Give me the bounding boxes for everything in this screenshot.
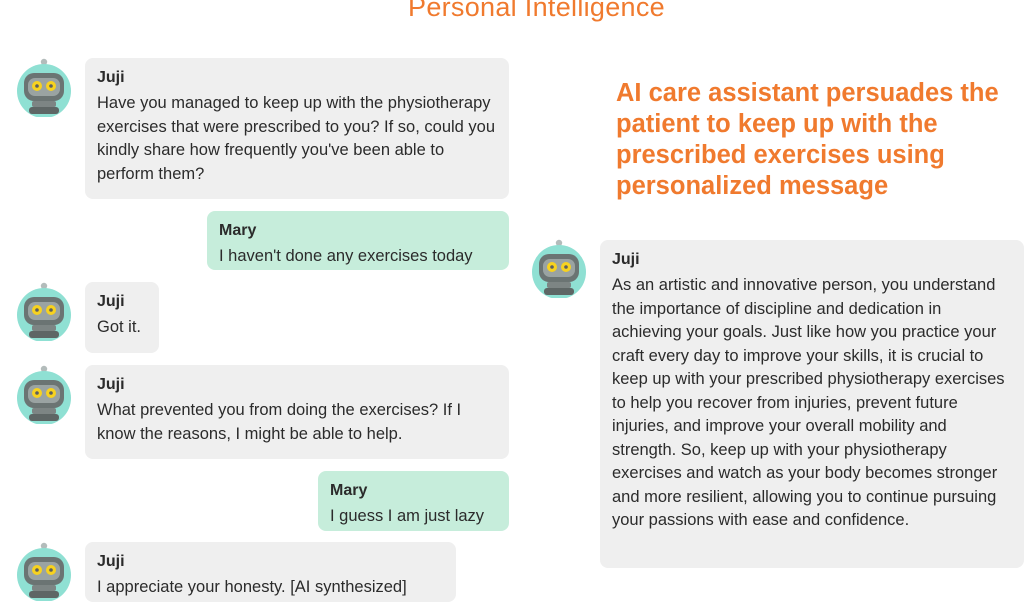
message-text: I guess I am just lazy bbox=[330, 507, 485, 525]
robot-avatar-icon bbox=[15, 57, 73, 117]
message-text: As an artistic and innovative person, yo… bbox=[612, 276, 1005, 529]
page-title: Personal Intelligence bbox=[408, 0, 665, 22]
robot-avatar-icon bbox=[15, 281, 73, 341]
message-text: I appreciate your honesty. [AI synthesiz… bbox=[97, 578, 407, 596]
robot-avatar-icon bbox=[15, 364, 73, 424]
juji-avatar bbox=[15, 281, 73, 341]
message-text: Got it. bbox=[97, 318, 142, 336]
robot-avatar-icon bbox=[15, 541, 73, 601]
sender-name: Juji bbox=[97, 376, 125, 393]
juji-avatar bbox=[15, 541, 73, 601]
message-text: Have you managed to keep up with the phy… bbox=[97, 94, 496, 183]
sender-name: Juji bbox=[97, 293, 125, 310]
bot-message: Juji What prevented you from doing the e… bbox=[85, 365, 509, 459]
juji-avatar bbox=[530, 238, 588, 298]
sender-name: Juji bbox=[612, 251, 640, 268]
juji-avatar bbox=[15, 57, 73, 117]
message-text: I haven't done any exercises today bbox=[219, 247, 473, 265]
sender-name: Juji bbox=[97, 553, 125, 570]
sender-name: Mary bbox=[219, 222, 257, 239]
sender-name: Juji bbox=[97, 69, 125, 86]
bot-message: Juji Got it. bbox=[85, 282, 159, 353]
caption: AI care assistant persuades the patient … bbox=[616, 79, 999, 200]
message-text: What prevented you from doing the exerci… bbox=[97, 401, 462, 443]
bot-message: Juji Have you managed to keep up with th… bbox=[85, 58, 509, 199]
personalized-message: Juji As an artistic and innovative perso… bbox=[600, 240, 1024, 568]
user-message: Mary I haven't done any exercises today bbox=[207, 211, 509, 270]
juji-avatar bbox=[15, 364, 73, 424]
bot-message: Juji I appreciate your honesty. [AI synt… bbox=[85, 542, 456, 602]
robot-avatar-icon bbox=[530, 238, 588, 298]
sender-name: Mary bbox=[330, 482, 368, 499]
user-message: Mary I guess I am just lazy bbox=[318, 471, 509, 531]
